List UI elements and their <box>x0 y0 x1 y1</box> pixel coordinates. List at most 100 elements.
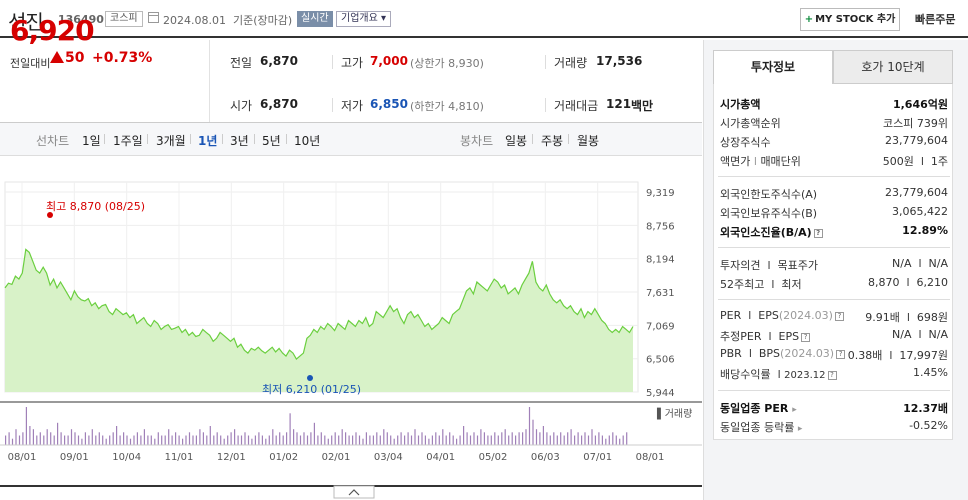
tab-invest-info[interactable]: 투자정보 <box>713 50 833 84</box>
per-label: PER l EPS <box>720 309 779 322</box>
volume-bar <box>449 432 451 445</box>
volume-bar <box>123 432 125 445</box>
company-overview-button[interactable]: 기업개요 ▾ <box>336 11 392 27</box>
volume-bar <box>192 435 194 445</box>
volume-bar <box>282 435 284 445</box>
volume-bar <box>230 432 232 445</box>
volume-bar <box>574 435 576 445</box>
volume-bar <box>410 435 413 445</box>
volume-bar <box>497 435 499 445</box>
sector-change-label[interactable]: 동일업종 등락률 <box>720 421 794 434</box>
volume-bar <box>88 435 90 445</box>
volume-bar <box>5 435 7 445</box>
sector-per-label[interactable]: 동일업종 PER <box>720 402 788 415</box>
divider <box>568 134 569 144</box>
candle-monthly[interactable]: 월봉 <box>577 132 599 149</box>
volume-bar <box>320 432 322 445</box>
foreign-ratio-label: 외국인소진율(B/A) <box>720 226 812 239</box>
open-label: 시가 <box>230 99 253 113</box>
volume-bar <box>549 435 551 445</box>
volume-bar <box>15 429 17 445</box>
par-unit-value: 500원 l 1주 <box>882 155 948 168</box>
candle-weekly[interactable]: 주봉 <box>541 132 563 149</box>
volume-bar <box>476 435 479 445</box>
divider <box>718 390 950 391</box>
candle-daily[interactable]: 일봉 <box>505 132 527 149</box>
volume-bar <box>11 438 14 445</box>
cap-rank-label: 시가총액순위 <box>720 117 781 130</box>
volume-bar <box>414 429 416 445</box>
volume-bar <box>64 435 66 445</box>
volume-bar <box>456 438 458 445</box>
realtime-badge[interactable]: 실시간 <box>297 11 333 27</box>
volume-bar <box>386 432 388 445</box>
tab-orderbook[interactable]: 호가 10단계 <box>833 50 953 84</box>
volume-bar <box>154 438 156 445</box>
volume-bar <box>109 435 111 445</box>
help-icon[interactable]: ? <box>827 370 837 380</box>
period-1w[interactable]: 1주일 <box>113 132 143 149</box>
period-1d[interactable]: 1일 <box>82 132 101 149</box>
help-icon[interactable]: ? <box>813 228 823 238</box>
help-icon[interactable]: ? <box>834 311 844 321</box>
volume-bar <box>91 429 93 445</box>
volume-bar <box>417 435 420 445</box>
volume-bar <box>57 422 59 445</box>
volume-bar <box>376 432 378 445</box>
volume-bar <box>310 432 312 445</box>
volume-bar <box>244 432 246 445</box>
volume-bar <box>605 438 607 445</box>
volume-bar <box>331 435 333 445</box>
help-icon[interactable]: ? <box>801 332 811 342</box>
volume-bar <box>438 435 440 445</box>
period-1y[interactable]: 1년 <box>198 132 217 149</box>
volume-bar <box>313 422 315 445</box>
volume-bar <box>18 435 21 445</box>
volume-bar <box>483 432 485 445</box>
mystock-add-button[interactable]: + MY STOCK 추가 <box>800 8 900 31</box>
volume-bar <box>615 435 617 445</box>
volume-bar <box>84 432 86 445</box>
info-row-sector-change: 동일업종 등락률 ▸ -0.52% <box>720 419 948 436</box>
quick-order-link[interactable]: 빠른주문 <box>915 11 955 27</box>
divider <box>104 134 105 144</box>
divider <box>718 247 950 248</box>
volume-bar <box>168 429 170 445</box>
est-per-label: 추정PER l EPS <box>720 330 800 343</box>
period-3y[interactable]: 3년 <box>230 132 249 149</box>
info-row-market-cap: 시가총액 1,646억원 <box>720 96 948 113</box>
volume-bar <box>112 432 114 445</box>
volume-bar <box>532 419 534 445</box>
period-3m[interactable]: 3개월 <box>156 132 186 149</box>
x-tick-label: 10/04 <box>112 452 141 463</box>
pbr-period: (2024.03) <box>780 347 835 360</box>
volume-bar <box>352 435 354 445</box>
volume-bar <box>303 432 305 445</box>
period-10y[interactable]: 10년 <box>294 132 320 149</box>
volume-bar <box>421 432 423 445</box>
open-value: 6,870 <box>260 97 298 111</box>
x-tick-label: 05/02 <box>479 452 508 463</box>
volume-bar <box>129 438 132 445</box>
volume-bar <box>390 435 392 445</box>
volume-bar <box>98 432 100 445</box>
par-unit-label: 액면가 l 매매단위 <box>720 153 801 169</box>
volume-bar <box>435 432 437 445</box>
price-chart[interactable]: 9,319 8,756 8,194 7,631 7,069 6,506 5,944 최고 8,… <box>0 157 702 500</box>
pbr-label: PBR l BPS <box>720 347 781 360</box>
period-5y[interactable]: 5년 <box>262 132 281 149</box>
x-tick-label: 04/01 <box>426 452 455 463</box>
volume-bar <box>126 435 128 445</box>
volume-bar <box>74 432 76 445</box>
x-tick-label: 07/01 <box>583 452 612 463</box>
volume-bar <box>143 429 145 445</box>
help-icon[interactable]: ? <box>836 349 846 359</box>
dividend-period: 2023.12 <box>784 370 826 381</box>
volume-bar <box>240 435 243 445</box>
x-tick-label: 01/02 <box>269 452 298 463</box>
volume-bar <box>348 435 350 445</box>
per-period: (2024.03) <box>778 309 833 322</box>
volume-bar <box>36 435 38 445</box>
volume-bar <box>612 432 614 445</box>
volume-bar <box>272 429 274 445</box>
